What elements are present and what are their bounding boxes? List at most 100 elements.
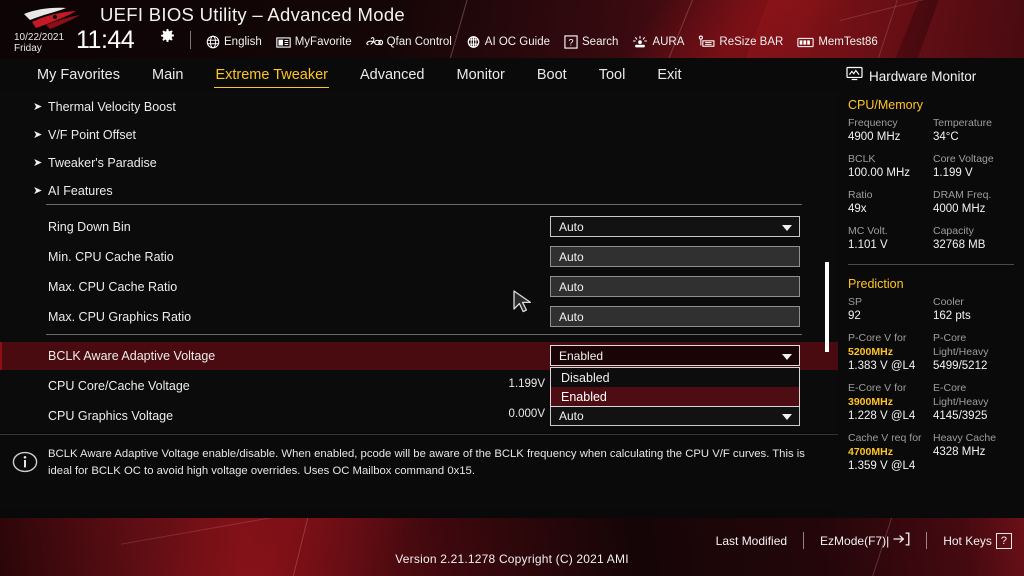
tab-exit[interactable]: Exit <box>656 65 682 85</box>
bclk-aware-adaptive-voltage-combo[interactable]: Enabled <box>550 345 800 366</box>
hotkeys-button[interactable]: Hot Keys ? <box>943 533 1012 549</box>
prediction-value: 1.359 V @L4 <box>848 459 929 474</box>
globe-icon <box>206 35 220 49</box>
input-value: Auto <box>559 280 584 294</box>
prediction-entry: P-Core Light/Heavy 5499/5212 <box>933 331 1014 374</box>
hw-key: BCLK <box>848 152 929 166</box>
footer-actions: Last Modified EzMode(F7)| Hot Keys ? <box>716 532 1012 549</box>
prediction-key: E-Core Light/Heavy <box>933 381 1014 409</box>
submenu-arrow-icon: ➤ <box>33 186 42 197</box>
last-modified-button[interactable]: Last Modified <box>716 534 787 548</box>
tab-advanced[interactable]: Advanced <box>359 65 426 85</box>
prediction-value: 1.383 V @L4 <box>848 359 929 374</box>
hardware-monitor-title: Hardware Monitor <box>869 69 976 84</box>
chevron-down-icon <box>782 414 792 420</box>
aura-icon <box>632 35 648 49</box>
tab-boot[interactable]: Boot <box>536 65 568 85</box>
section-cpu-memory: CPU/Memory <box>838 86 1024 116</box>
ezmode-button[interactable]: EzMode(F7)| <box>820 532 910 549</box>
hotkeys-key-badge: ? <box>996 533 1012 549</box>
prediction-entry: P-Core V for 5200MHz 1.383 V @L4 <box>848 331 929 374</box>
toolbar-item-resize-bar[interactable]: ReSize BAR <box>698 35 783 49</box>
help-text: BCLK Aware Adaptive Voltage enable/disab… <box>48 446 828 480</box>
toolbar-label: AURA <box>652 36 684 48</box>
tab-my-favorites[interactable]: My Favorites <box>36 65 121 85</box>
header-bar: UEFI BIOS Utility – Advanced Mode 10/22/… <box>0 0 1024 58</box>
submenu-arrow-icon: ➤ <box>33 102 42 113</box>
cpu-graphics-voltage-combo[interactable]: Auto <box>550 405 800 426</box>
submenu-item-ai-features[interactable]: ➤ AI Features <box>0 177 838 205</box>
toolbar-item-ai-oc-guide[interactable]: AI OC Guide <box>466 35 550 49</box>
cpu-graphics-voltage-value: 0.000V <box>440 408 545 420</box>
min-cpu-cache-ratio-input[interactable]: Auto <box>550 246 800 267</box>
hw-key: MC Volt. <box>848 224 929 238</box>
tab-monitor[interactable]: Monitor <box>456 65 506 85</box>
hw-key: Capacity <box>933 224 1014 238</box>
max-cpu-graphics-ratio-input[interactable]: Auto <box>550 306 800 327</box>
question-box-icon: ? <box>564 35 578 49</box>
hw-key: DRAM Freq. <box>933 188 1014 202</box>
tab-tool[interactable]: Tool <box>598 65 627 85</box>
hw-value: 4900 MHz <box>848 130 929 145</box>
submenu-item-vf-point-offset[interactable]: ➤ V/F Point Offset <box>0 121 838 149</box>
toolbar-item-memtest86[interactable]: MemTest86 <box>797 36 877 49</box>
settings-scrollbar-thumb[interactable] <box>825 262 829 352</box>
myfavorite-icon <box>276 36 291 49</box>
max-cpu-cache-ratio-input[interactable]: Auto <box>550 276 800 297</box>
hw-value: 1.199 V <box>933 166 1014 181</box>
submenu-item-tweakers-paradise[interactable]: ➤ Tweaker's Paradise <box>0 149 838 177</box>
toolbar-item-aura[interactable]: AURA <box>632 35 684 49</box>
toolbar-item-search[interactable]: ? Search <box>564 35 618 49</box>
bclk-aware-adaptive-voltage-dropdown[interactable]: Disabled Enabled <box>550 367 800 407</box>
footer-divider <box>803 532 804 549</box>
gear-icon[interactable] <box>160 29 175 44</box>
submenu-label: V/F Point Offset <box>48 128 136 142</box>
toolbar-item-myfavorite[interactable]: MyFavorite <box>276 36 352 49</box>
dropdown-option-enabled[interactable]: Enabled <box>551 387 799 406</box>
toolbar-item-qfan-control[interactable]: Qfan Control <box>366 36 452 49</box>
prediction-value: 92 <box>848 309 929 324</box>
prediction-value: 162 pts <box>933 309 1014 324</box>
resize-bar-icon <box>698 35 715 49</box>
prediction-value: 1.228 V @L4 <box>848 409 929 424</box>
hotkeys-label: Hot Keys <box>943 534 992 548</box>
hw-entry: Core Voltage 1.199 V <box>933 152 1014 181</box>
setting-label: Max. CPU Graphics Ratio <box>48 310 191 324</box>
prediction-value: 5499/5212 <box>933 359 1014 374</box>
toolbar-label: ReSize BAR <box>719 36 783 48</box>
help-panel: BCLK Aware Adaptive Voltage enable/disab… <box>0 434 838 510</box>
prediction-entry: Heavy Cache 4328 MHz <box>933 431 1014 474</box>
input-value: Auto <box>559 310 584 324</box>
hw-entry: Frequency 4900 MHz <box>848 116 929 145</box>
hw-value: 34°C <box>933 130 1014 145</box>
setting-label: Min. CPU Cache Ratio <box>48 250 174 264</box>
prediction-entry: Cooler 162 pts <box>933 295 1014 324</box>
prediction-key: SP <box>848 295 929 309</box>
dropdown-option-disabled[interactable]: Disabled <box>551 368 799 387</box>
ring-down-bin-combo[interactable]: Auto <box>550 216 800 237</box>
hardware-monitor-panel: Hardware Monitor CPU/Memory Frequency 49… <box>838 58 1024 518</box>
submenu-label: AI Features <box>48 184 113 198</box>
hw-entry: Temperature 34°C <box>933 116 1014 145</box>
toolbar-label: MemTest86 <box>818 36 877 48</box>
hw-entry: Capacity 32768 MB <box>933 224 1014 253</box>
weekday-value: Friday <box>14 43 64 54</box>
section-prediction: Prediction <box>838 265 1024 295</box>
date-value: 10/22/2021 <box>14 32 64 43</box>
hw-key: Temperature <box>933 116 1014 130</box>
tab-extreme-tweaker[interactable]: Extreme Tweaker <box>214 65 329 85</box>
chevron-down-icon <box>782 354 792 360</box>
hw-value: 49x <box>848 202 929 217</box>
footer-decor-streak <box>121 518 298 545</box>
info-icon <box>12 449 38 475</box>
section-divider <box>46 204 802 205</box>
header-decor-shape <box>915 0 1024 58</box>
submenu-item-thermal-velocity-boost[interactable]: ➤ Thermal Velocity Boost <box>0 93 838 121</box>
hw-entry: MC Volt. 1.101 V <box>848 224 929 253</box>
chevron-down-icon <box>782 225 792 231</box>
footer-decor-streak <box>292 518 310 576</box>
svg-text:?: ? <box>568 37 573 47</box>
toolbar-item-english[interactable]: English <box>206 35 262 49</box>
tab-main[interactable]: Main <box>151 65 184 85</box>
combo-value: Auto <box>559 220 584 234</box>
